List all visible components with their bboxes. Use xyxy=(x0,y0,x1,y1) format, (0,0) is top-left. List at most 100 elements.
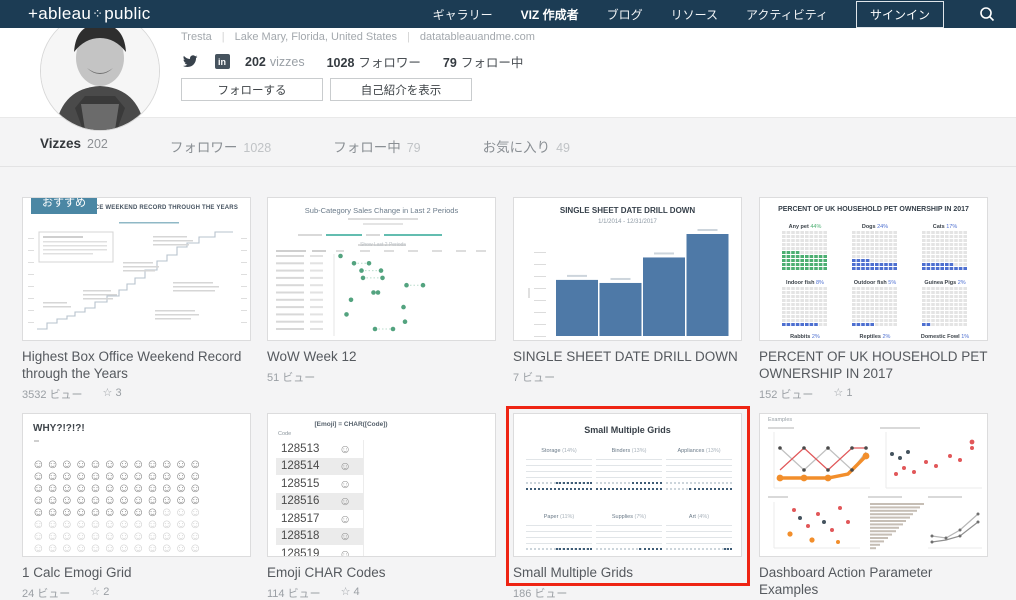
waffle-label: Guinea Pigs 2% xyxy=(910,280,980,286)
star-rating: ☆ 3 xyxy=(103,386,122,402)
stat-followers: 1028フォロワー xyxy=(327,52,421,71)
waffle-label: Reptiles 2% xyxy=(840,334,910,340)
main-nav: ギャラリー VIZ 作成者 ブログ リソース アクティビティ サインイン xyxy=(433,0,1002,28)
logo-dots-icon: ⁘ xyxy=(92,6,103,22)
waffle-label: Any pet 44% xyxy=(770,224,840,230)
thumb-title: SINGLE SHEET DATE DRILL DOWN xyxy=(514,206,741,215)
viz-thumbnail: SINGLE SHEET DATE DRILL DOWN 1/1/2014 - … xyxy=(513,197,742,341)
view-count: 186 ビュー xyxy=(513,585,567,600)
tab-followers[interactable]: フォロワー1028 xyxy=(170,136,271,156)
viz-title[interactable]: 1 Calc Emogi Grid xyxy=(22,564,251,581)
emoji-icon: ☺ xyxy=(339,512,351,526)
waffle-label: Dogs 24% xyxy=(840,224,910,230)
viz-card-emoji-char-codes[interactable]: [Emoji] = CHAR([Code]) Code 128513☺12851… xyxy=(267,413,496,600)
top-navigation-bar: +ableau⁘public ギャラリー VIZ 作成者 ブログ リソース アク… xyxy=(0,0,1016,28)
avatar xyxy=(40,11,160,131)
viz-title[interactable]: Small Multiple Grids xyxy=(513,564,742,581)
stat-following: 79フォロー中 xyxy=(443,52,523,71)
viz-title[interactable]: Highest Box Office Weekend Record throug… xyxy=(22,348,251,382)
nav-item-resources[interactable]: リソース xyxy=(671,6,718,23)
linkedin-icon[interactable]: in xyxy=(213,54,231,70)
viz-thumbnail: PERCENT OF UK HOUSEHOLD PET OWNERSHIP IN… xyxy=(759,197,988,341)
logo-text-right: public xyxy=(104,4,150,24)
emoji-code-row: 128515☺ xyxy=(276,475,363,493)
emoji-code-row: 128517☺ xyxy=(276,510,363,528)
viz-thumbnail: Small Multiple Grids Storage (14%)Binder… xyxy=(513,413,742,557)
emoji-icon: ☺ xyxy=(339,442,351,456)
view-count: 7 ビュー xyxy=(513,369,555,385)
viz-card-small-multiple-grids[interactable]: Small Multiple Grids Storage (14%)Binder… xyxy=(513,413,742,600)
twitter-icon[interactable] xyxy=(181,54,199,70)
waffle-label: Indoor fish 8% xyxy=(770,280,840,286)
profile-tabs: Vizzes202 フォロワー1028 フォロー中79 お気に入り49 xyxy=(0,118,1016,167)
profile-website-link[interactable]: datatableauandme.com xyxy=(420,31,535,43)
small-multiple-panel: Storage (14%) xyxy=(526,448,592,490)
tab-vizzes[interactable]: Vizzes202 xyxy=(40,136,108,156)
tab-following[interactable]: フォロー中79 xyxy=(333,136,420,156)
viz-title[interactable]: SINGLE SHEET DATE DRILL DOWN xyxy=(513,348,742,365)
emoji-code-row: 128513☺ xyxy=(276,440,363,458)
small-multiple-panel: Paper (11%) xyxy=(526,514,592,550)
viz-title[interactable]: WoW Week 12 xyxy=(267,348,496,365)
emoji-grid: ☺☺☺☺☺☺☺☺☺☺☺☺☺☺☺☺☺☺☺☺☺☺☺☺☺☺☺☺☺☺☺☺☺☺☺☺☺☺☺☺… xyxy=(32,458,203,554)
profile-meta: Tresta | Lake Mary, Florida, United Stat… xyxy=(181,31,535,43)
thumb-title: PERCENT OF UK HOUSEHOLD PET OWNERSHIP IN… xyxy=(760,206,987,213)
separator: | xyxy=(222,31,225,43)
show-bio-button[interactable]: 自己紹介を表示 xyxy=(330,78,472,101)
profile-stats: in 202vizzes 1028フォロワー 79フォロー中 xyxy=(181,52,545,71)
viz-card-pet-ownership[interactable]: PERCENT OF UK HOUSEHOLD PET OWNERSHIP IN… xyxy=(759,197,988,402)
viz-thumbnail: Sub-Category Sales Change in Last 2 Peri… xyxy=(267,197,496,341)
separator: | xyxy=(407,31,410,43)
sign-in-button[interactable]: サインイン xyxy=(856,1,944,28)
thumb-title: Examples xyxy=(768,417,792,423)
waffle-label: Domestic Fowl 1% xyxy=(910,334,980,340)
view-count: 51 ビュー xyxy=(267,369,315,385)
stat-vizzes: 202vizzes xyxy=(245,55,305,69)
viz-title[interactable]: PERCENT OF UK HOUSEHOLD PET OWNERSHIP IN… xyxy=(759,348,988,382)
emoji-icon: ☺ xyxy=(339,477,351,491)
viz-card-emogi-grid[interactable]: WHY?!?!?! ☺☺☺☺☺☺☺☺☺☺☺☺☺☺☺☺☺☺☺☺☺☺☺☺☺☺☺☺☺☺… xyxy=(22,413,251,600)
featured-badge: おすすめ xyxy=(31,197,97,214)
nav-item-gallery[interactable]: ギャラリー xyxy=(433,6,493,23)
nav-item-activity[interactable]: アクティビティ xyxy=(746,6,828,23)
small-multiple-panel: Supplies (7%) xyxy=(596,514,662,550)
star-rating: ☆ 2 xyxy=(90,585,109,600)
waffle-label: Rabbits 2% xyxy=(770,334,840,340)
thumb-subtitle: 1/1/2014 - 12/31/2017 xyxy=(514,219,741,225)
emoji-icon: ☺ xyxy=(339,459,351,473)
viz-thumbnail: [Emoji] = CHAR([Code]) Code 128513☺12851… xyxy=(267,413,496,557)
view-count: 3532 ビュー xyxy=(22,386,83,402)
thumb-title: Sub-Category Sales Change in Last 2 Peri… xyxy=(268,206,495,215)
viz-card-dashboard-actions[interactable]: Examples Dashboard Action Parameter Exam… xyxy=(759,413,988,600)
viz-title[interactable]: Emoji CHAR Codes xyxy=(267,564,496,581)
star-rating: ☆ 4 xyxy=(341,585,360,600)
viz-thumbnail: Examples xyxy=(759,413,988,557)
emoji-icon: ☺ xyxy=(339,547,351,557)
viz-thumbnail: HIGHEST BOX OFFICE WEEKEND RECORD THROUG… xyxy=(22,197,251,341)
emoji-code-table: 128513☺128514☺128515☺128516☺128517☺12851… xyxy=(276,440,364,557)
viz-thumbnail: WHY?!?!?! ☺☺☺☺☺☺☺☺☺☺☺☺☺☺☺☺☺☺☺☺☺☺☺☺☺☺☺☺☺☺… xyxy=(22,413,251,557)
viz-title[interactable]: Dashboard Action Parameter Examples xyxy=(759,564,988,598)
thumb-title: WHY?!?!?! xyxy=(33,423,85,434)
small-multiple-panel: Art (4%) xyxy=(666,514,732,550)
tab-favorites[interactable]: お気に入り49 xyxy=(483,136,570,156)
nav-item-blog[interactable]: ブログ xyxy=(607,6,643,23)
view-count: 152 ビュー xyxy=(759,386,813,402)
follow-button[interactable]: フォローする xyxy=(181,78,323,101)
nav-item-viz-authors[interactable]: VIZ 作成者 xyxy=(521,6,579,23)
logo-text-left: +ableau xyxy=(28,4,91,24)
emoji-icon: ☺ xyxy=(339,529,351,543)
search-icon[interactable] xyxy=(972,0,1002,28)
view-count: 114 ビュー xyxy=(267,585,321,600)
viz-card-date-drill-down[interactable]: SINGLE SHEET DATE DRILL DOWN 1/1/2014 - … xyxy=(513,197,742,385)
view-count: 24 ビュー xyxy=(22,585,70,600)
tableau-public-logo[interactable]: +ableau⁘public xyxy=(28,4,151,24)
profile-header: Tresta | Lake Mary, Florida, United Stat… xyxy=(0,28,1016,118)
viz-card-wow-week12[interactable]: Sub-Category Sales Change in Last 2 Peri… xyxy=(267,197,496,385)
emoji-code-row: 128516☺ xyxy=(276,493,363,511)
profile-location: Lake Mary, Florida, United States xyxy=(235,31,397,43)
waffle-label: Outdoor fish 5% xyxy=(840,280,910,286)
thumb-title: [Emoji] = CHAR([Code]) xyxy=(276,421,426,428)
viz-card-box-office[interactable]: HIGHEST BOX OFFICE WEEKEND RECORD THROUG… xyxy=(22,197,251,402)
page: +ableau⁘public ギャラリー VIZ 作成者 ブログ リソース アク… xyxy=(0,0,1016,600)
